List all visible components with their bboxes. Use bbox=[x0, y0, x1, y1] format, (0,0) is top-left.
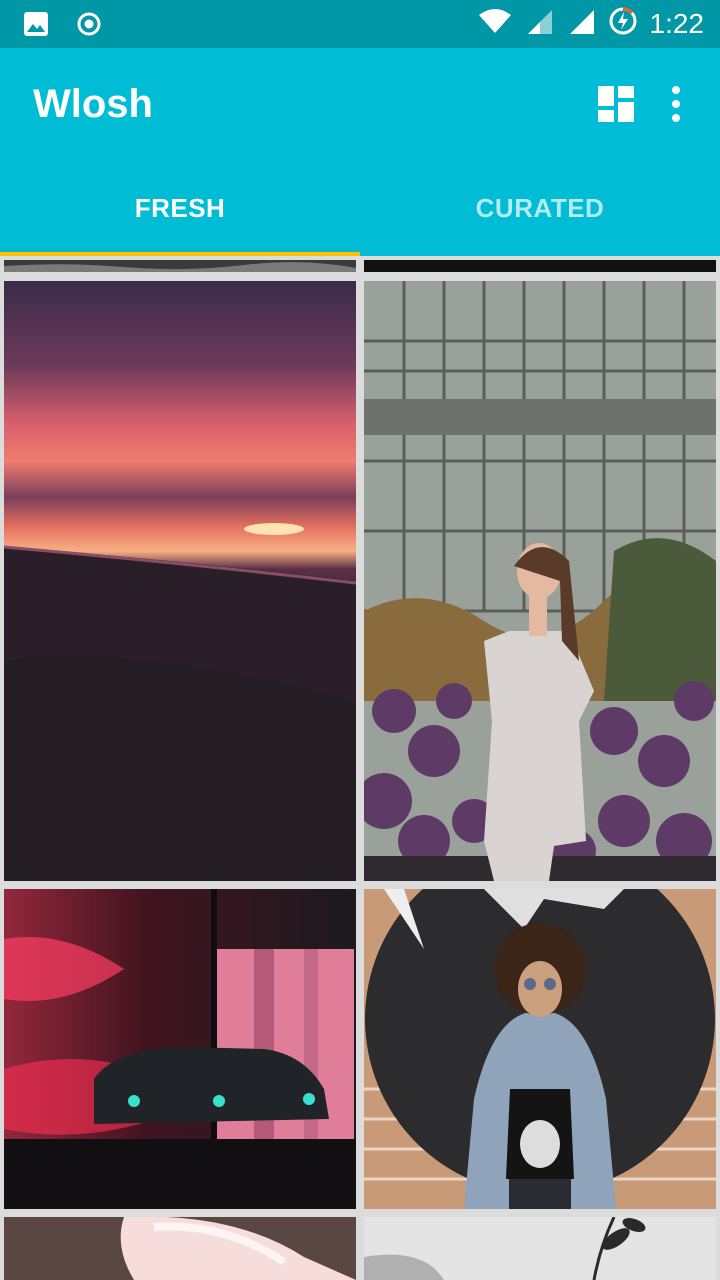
record-icon bbox=[76, 11, 102, 42]
photo-tile[interactable] bbox=[4, 889, 356, 1209]
battery-charging-icon bbox=[608, 6, 638, 41]
photo-tile[interactable] bbox=[364, 889, 716, 1209]
layout-toggle-button[interactable] bbox=[596, 84, 636, 124]
photo-tile[interactable] bbox=[364, 281, 716, 881]
more-vert-icon bbox=[660, 86, 692, 128]
photo-tile[interactable] bbox=[364, 1217, 716, 1280]
cell-signal-icon bbox=[524, 6, 554, 41]
wifi-icon bbox=[478, 7, 512, 40]
image-icon bbox=[22, 10, 50, 43]
photo-image bbox=[4, 281, 356, 881]
tab-bar: FRESH CURATED bbox=[0, 160, 720, 256]
cell-signal-icon bbox=[566, 6, 596, 41]
photo-image bbox=[364, 281, 716, 881]
photo-image bbox=[4, 889, 356, 1209]
photo-image bbox=[364, 1217, 716, 1280]
photo-tile[interactable] bbox=[4, 260, 356, 272]
photo-tile[interactable] bbox=[364, 260, 716, 272]
photo-image bbox=[4, 260, 356, 272]
photo-image bbox=[364, 260, 716, 272]
tab-fresh[interactable]: FRESH bbox=[0, 160, 360, 256]
photo-image bbox=[4, 1217, 356, 1280]
photo-tile[interactable] bbox=[4, 281, 356, 881]
app-title: Wlosh bbox=[33, 82, 153, 126]
photo-tile[interactable] bbox=[4, 1217, 356, 1280]
photo-grid bbox=[0, 256, 720, 1280]
layout-toggle-icon bbox=[596, 86, 636, 128]
status-time: 1:22 bbox=[649, 7, 705, 39]
app-bar: Wlosh FRESH CURATED bbox=[0, 48, 720, 256]
more-options-button[interactable] bbox=[660, 84, 692, 124]
status-bar: 1:22 bbox=[0, 0, 720, 48]
tab-curated[interactable]: CURATED bbox=[360, 160, 720, 256]
photo-image bbox=[364, 889, 716, 1209]
